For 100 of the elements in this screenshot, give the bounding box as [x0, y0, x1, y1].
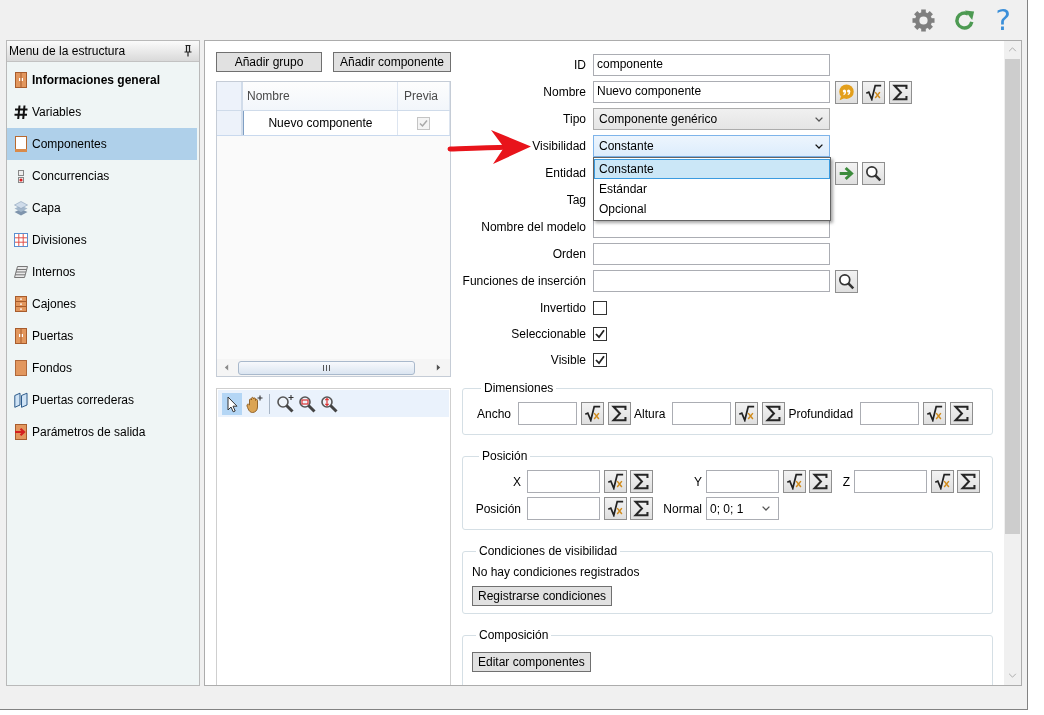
column-header[interactable]: Nombre	[243, 82, 398, 110]
sigma-icon	[953, 405, 971, 422]
number-field[interactable]	[518, 402, 578, 425]
sum-button[interactable]	[630, 497, 653, 520]
group-title: Posición	[481, 449, 529, 463]
drawers-icon	[14, 296, 28, 312]
sidebar-item[interactable]: Informaciones general	[7, 64, 197, 96]
sum-button[interactable]	[762, 402, 786, 425]
chevron-down-icon	[815, 143, 823, 149]
sidebar-item[interactable]: Internos	[7, 256, 197, 288]
formula-button[interactable]	[783, 470, 806, 493]
text-field[interactable]: Nuevo componente	[593, 81, 830, 103]
square-root-icon	[934, 473, 951, 490]
column-header[interactable]: Previa	[398, 82, 450, 110]
formula-button[interactable]	[581, 402, 605, 425]
board-icon	[14, 360, 28, 376]
field-label: Y	[693, 474, 703, 489]
sum-button[interactable]	[957, 470, 980, 493]
field-label: Z	[841, 474, 851, 489]
settings-icon[interactable]	[911, 8, 935, 32]
formula-button[interactable]	[604, 497, 627, 520]
dropdown[interactable]: Constante	[593, 135, 830, 157]
add-component-button[interactable]: Añadir componente	[333, 52, 451, 72]
checkbox[interactable]	[593, 352, 607, 367]
edit-components-button[interactable]: Editar componentes	[472, 652, 591, 672]
formula-button[interactable]	[931, 470, 954, 493]
formula-button[interactable]	[862, 80, 885, 104]
group-title: Condiciones de visibilidad	[478, 544, 619, 558]
sum-button[interactable]	[630, 470, 653, 493]
number-field[interactable]	[527, 470, 600, 493]
register-conditions-button[interactable]: Registrarse condiciones	[472, 586, 613, 606]
exit-icon	[14, 424, 28, 440]
field-label: Orden	[551, 247, 586, 261]
sum-button[interactable]	[809, 470, 832, 493]
checkbox[interactable]	[593, 326, 607, 341]
number-field[interactable]	[706, 470, 779, 493]
formula-button[interactable]	[923, 402, 947, 425]
text-field[interactable]	[593, 270, 830, 292]
search-button[interactable]	[835, 269, 858, 293]
sidebar-item[interactable]: Fondos	[7, 352, 197, 384]
sidebar-item[interactable]: Capa	[7, 192, 197, 224]
layers-icon	[14, 200, 28, 216]
checkbox[interactable]	[593, 300, 607, 315]
field-label: Tipo	[562, 112, 586, 126]
search-button[interactable]	[862, 161, 885, 185]
speech-bubble-icon	[838, 83, 855, 101]
door-icon	[14, 328, 28, 344]
field-label: Funciones de inserción	[462, 274, 586, 288]
cursor-icon[interactable]	[222, 392, 242, 415]
sidebar-item[interactable]: Divisiones	[7, 224, 197, 256]
sidebar-item[interactable]: Cajones	[7, 288, 197, 320]
formula-button[interactable]	[735, 402, 759, 425]
field-label: Visibilidad	[531, 139, 586, 153]
field-label: Nombre del modelo	[480, 220, 586, 234]
panel-icon	[14, 136, 28, 152]
field-label: Tag	[565, 193, 586, 207]
field-label: Seleccionable	[510, 326, 586, 341]
number-field[interactable]	[854, 470, 927, 493]
field-label: Ancho	[477, 406, 512, 421]
sidebar-item[interactable]: Componentes	[7, 128, 197, 160]
search-icon	[865, 164, 882, 182]
dropdown[interactable]: 0; 0; 1	[706, 497, 779, 520]
pin-icon[interactable]	[184, 45, 192, 57]
chevron-down-icon	[815, 116, 823, 122]
number-field[interactable]	[860, 402, 920, 425]
square-root-icon	[786, 473, 803, 490]
scroll-left-icon[interactable]	[224, 364, 229, 371]
sigma-icon	[892, 83, 909, 101]
zoom-in-icon[interactable]	[275, 392, 295, 415]
number-field[interactable]	[672, 402, 732, 425]
hash-icon	[14, 104, 28, 120]
text-field[interactable]: componente	[593, 54, 830, 76]
dropdown-option[interactable]: Opcional	[594, 199, 830, 219]
add-group-button[interactable]: Añadir grupo	[216, 52, 322, 72]
scrollbar-thumb[interactable]	[238, 360, 415, 375]
sum-button[interactable]	[950, 402, 974, 425]
text-field[interactable]	[593, 243, 830, 265]
sum-button[interactable]	[608, 402, 632, 425]
dropdown-option[interactable]: Constante	[594, 159, 830, 179]
sidebar-item[interactable]: Parámetros de salida	[7, 416, 197, 448]
scroll-right-icon[interactable]	[436, 364, 441, 371]
table-cell: Nuevo componente	[243, 111, 398, 135]
sigma-icon	[812, 473, 829, 490]
group-title: Composición	[478, 628, 550, 642]
field-label: Visible	[549, 352, 586, 367]
go-button[interactable]	[835, 161, 858, 185]
formula-button[interactable]	[604, 470, 627, 493]
sidebar-item[interactable]: Puertas	[7, 320, 197, 352]
sum-button[interactable]	[889, 80, 912, 104]
group-title: Dimensiones	[483, 381, 555, 395]
square-root-icon	[607, 473, 624, 490]
square-root-icon	[584, 405, 602, 422]
dropdown[interactable]: Componente genérico	[593, 108, 830, 130]
sidebar-item[interactable]: Concurrencias	[7, 160, 197, 192]
refresh-icon[interactable]	[952, 8, 976, 32]
sidebar-item[interactable]: Variables	[7, 96, 197, 128]
dropdown-option[interactable]: Estándar	[594, 179, 830, 199]
number-field[interactable]	[527, 497, 600, 520]
scrollbar-thumb[interactable]	[1005, 59, 1020, 534]
sidebar-item[interactable]: Puertas correderas	[7, 384, 197, 416]
